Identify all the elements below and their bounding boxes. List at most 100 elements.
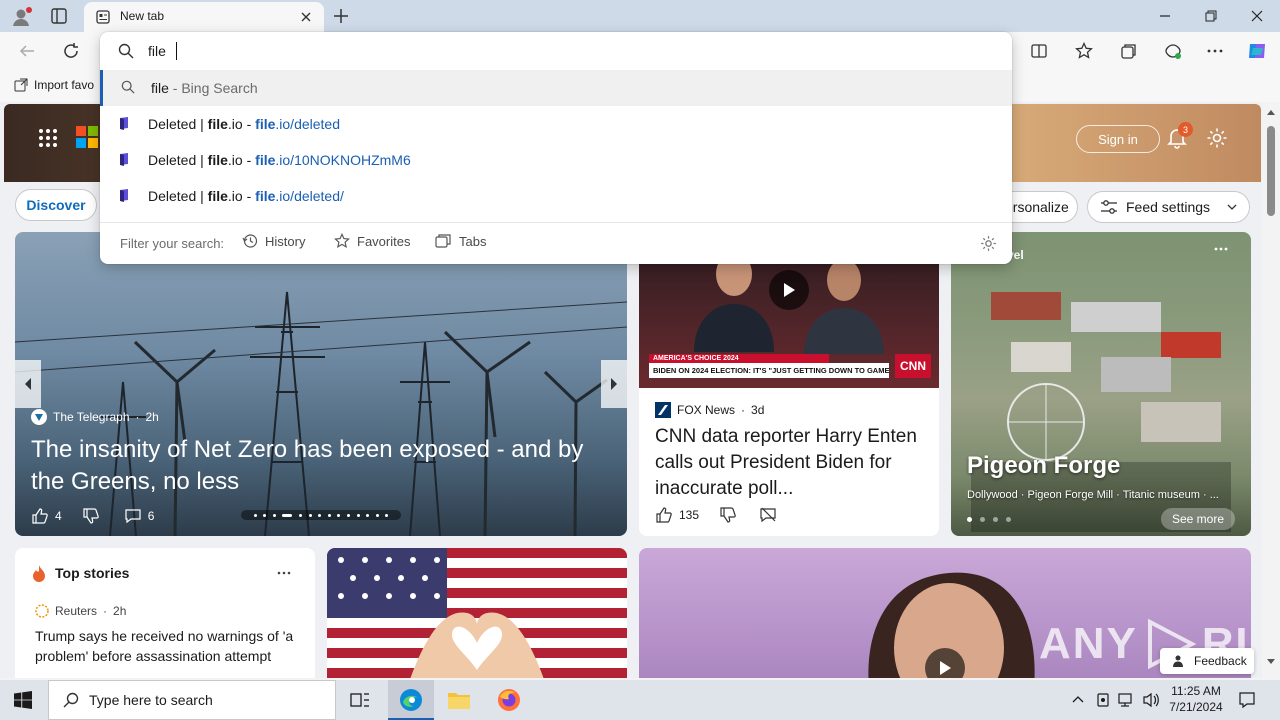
app-launcher-icon[interactable] (38, 128, 58, 148)
text-cursor (176, 42, 177, 60)
fileio-favicon-icon (118, 116, 132, 130)
sliders-icon (1101, 200, 1117, 214)
story-source: Reuters · 2h (35, 604, 126, 618)
carousel-prev-button[interactable] (15, 360, 41, 408)
filter-label: Filter your search: (120, 236, 225, 251)
browser-essentials-icon[interactable] (1164, 42, 1182, 60)
chevron-down-icon (1227, 204, 1237, 210)
close-tab-icon[interactable] (300, 11, 312, 23)
main-story-headline[interactable]: The insanity of Net Zero has been expose… (31, 434, 611, 498)
microsoft-logo-icon (76, 126, 98, 148)
travel-card[interactable]: vel Pigeon Forge Dollywood · Pigeon Forg… (951, 232, 1251, 536)
top-story-headline[interactable]: Trump says he received no warnings of 'a… (35, 626, 305, 666)
cnn-story-headline[interactable]: CNN data reporter Harry Enten calls out … (655, 424, 925, 502)
feedback-button[interactable]: Feedback (1160, 648, 1254, 674)
minimize-button[interactable] (1142, 0, 1188, 32)
refresh-icon[interactable] (62, 42, 80, 60)
feedback-person-icon (1173, 655, 1183, 667)
system-clock[interactable]: 11:25 AM 7/21/2024 (1166, 683, 1226, 715)
fileio-favicon-icon (118, 188, 132, 202)
more-options-icon[interactable] (277, 570, 291, 576)
filter-favorites-button[interactable]: Favorites (334, 233, 410, 249)
see-more-button[interactable]: See more (1161, 508, 1235, 530)
tabs-icon (435, 234, 451, 248)
import-icon (14, 78, 28, 92)
fox-news-logo-icon (655, 402, 671, 418)
like-icon (32, 508, 48, 524)
edge-browser-icon (400, 689, 422, 711)
more-menu-icon[interactable] (1206, 42, 1224, 60)
show-hidden-icons-chevron-icon[interactable] (1072, 694, 1084, 704)
tab-new-tab[interactable]: New tab (84, 2, 324, 32)
more-options-icon[interactable] (1213, 246, 1229, 252)
sign-in-button[interactable]: Sign in (1076, 125, 1160, 153)
import-favorites-link[interactable]: Import favo (14, 78, 94, 92)
cnn-logo: CNN (895, 354, 931, 378)
carousel-next-button[interactable] (601, 360, 627, 408)
task-view-icon[interactable] (350, 691, 370, 709)
settings-gear-icon[interactable] (1206, 127, 1228, 149)
new-tab-button[interactable] (332, 7, 350, 25)
scroll-down-arrow-icon (1267, 659, 1275, 664)
travel-title[interactable]: Pigeon Forge (967, 452, 1120, 480)
story-reactions: 4 6 (31, 507, 154, 525)
search-settings-gear-icon[interactable] (980, 235, 997, 252)
cnn-video-story-card[interactable]: AMERICA'S CHOICE 2024 BIDEN ON 2024 ELEC… (639, 232, 939, 536)
notification-badge: 3 (1178, 122, 1193, 137)
favorites-star-icon[interactable] (1075, 42, 1093, 60)
story-source: The Telegraph · 2h (31, 409, 159, 425)
play-button[interactable] (769, 270, 809, 310)
travel-carousel-dots[interactable] (967, 517, 1011, 522)
split-screen-icon[interactable] (1030, 42, 1048, 60)
address-input[interactable]: file (148, 43, 166, 59)
address-suggestions-dropdown: file file - Bing Search Deleted | file.i… (100, 32, 1012, 264)
flag-heart-story-card[interactable] (327, 548, 627, 678)
dislike-icon (83, 508, 99, 524)
address-bar[interactable]: file (100, 32, 1012, 70)
search-icon (121, 80, 135, 94)
profile-icon[interactable] (10, 6, 32, 28)
top-stories-card: Top stories Reuters · 2h Trump says he r… (15, 548, 315, 678)
page-scrollbar[interactable] (1262, 102, 1280, 678)
like-icon (656, 507, 672, 523)
close-window-button[interactable] (1234, 0, 1280, 32)
tab-strip: New tab (0, 0, 1280, 32)
discover-tab[interactable]: Discover (15, 189, 97, 221)
filter-history-button[interactable]: History (242, 233, 305, 249)
tab-title: New tab (120, 9, 165, 23)
chyron-headline: BIDEN ON 2024 ELECTION: IT'S "JUST GETTI… (649, 363, 889, 378)
volume-icon[interactable] (1142, 692, 1160, 708)
feed-settings-button[interactable]: Feed settings (1087, 191, 1250, 223)
scrollbar-thumb[interactable] (1267, 126, 1275, 216)
windows-start-icon[interactable] (14, 691, 32, 709)
scroll-up-arrow-icon (1267, 110, 1275, 115)
carousel-dots[interactable] (241, 510, 401, 520)
notification-center-icon[interactable] (1238, 691, 1256, 709)
new-tab-page-icon (96, 10, 110, 24)
taskbar-search-box[interactable]: Type here to search (48, 680, 336, 720)
filter-tabs-button[interactable]: Tabs (435, 233, 486, 249)
copilot-icon[interactable] (1246, 40, 1268, 62)
file-explorer-icon[interactable] (447, 689, 471, 711)
restore-button[interactable] (1188, 0, 1234, 32)
search-icon (118, 43, 134, 59)
security-shield-icon[interactable] (1096, 692, 1110, 708)
edge-taskbar-button[interactable] (388, 680, 434, 720)
telegraph-logo-icon (31, 409, 47, 425)
comments-off-icon (760, 507, 776, 523)
suggestion-history-item[interactable]: Deleted | file.io - file.io/deleted/ (100, 178, 1012, 214)
fileio-favicon-icon (118, 152, 132, 166)
main-story-card[interactable]: The Telegraph · 2h The insanity of Net Z… (15, 232, 627, 536)
top-stories-header: Top stories (31, 564, 129, 582)
dislike-icon (720, 507, 736, 523)
firefox-icon[interactable] (497, 688, 521, 712)
suggestion-bing-search[interactable]: file - Bing Search (100, 70, 1012, 106)
reuters-logo-icon (35, 604, 49, 618)
history-clock-icon (242, 234, 258, 248)
suggestion-history-item[interactable]: Deleted | file.io - file.io/deleted (100, 106, 1012, 142)
tab-actions-icon[interactable] (50, 7, 68, 25)
network-icon[interactable] (1118, 692, 1136, 708)
collections-icon[interactable] (1120, 42, 1138, 60)
suggestion-history-item[interactable]: Deleted | file.io - file.io/10NOKNOHZmM6 (100, 142, 1012, 178)
back-arrow-icon[interactable] (18, 42, 36, 60)
